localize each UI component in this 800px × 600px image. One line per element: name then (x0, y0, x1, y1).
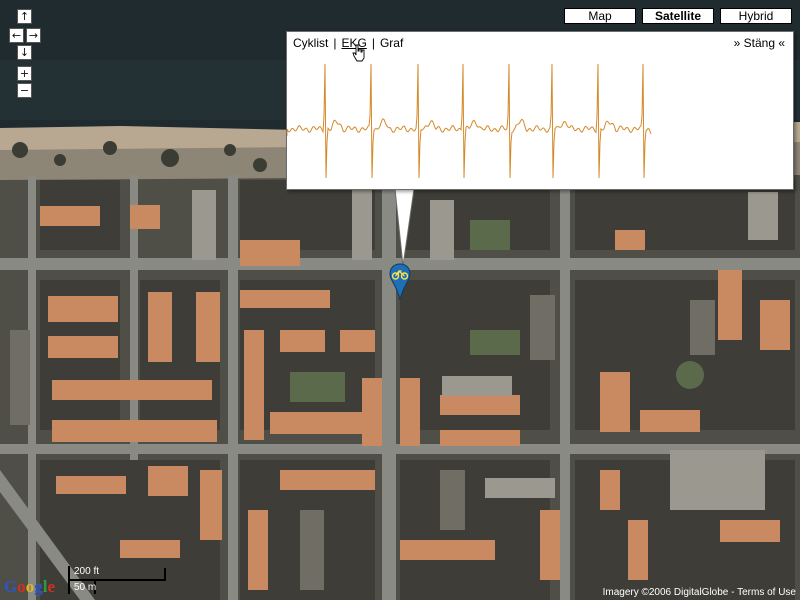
pan-left-button[interactable]: ← (9, 28, 24, 43)
bicycle-marker[interactable] (389, 263, 411, 301)
info-window-tail (395, 188, 415, 267)
imagery-credit: Imagery ©2006 DigitalGlobe (602, 587, 729, 598)
ekg-trace-line (287, 63, 652, 179)
hand-cursor-icon (352, 44, 365, 62)
copyright-notice: Imagery ©2006 DigitalGlobe - Terms of Us… (603, 587, 796, 598)
close-info-window-link[interactable]: » Stäng « (734, 36, 785, 50)
tab-separator: | (333, 36, 337, 50)
google-logo: Google (4, 577, 55, 596)
pan-down-button[interactable]: ↓ (17, 45, 32, 60)
info-window-tabs: Cyklist | EKG | Graf (293, 36, 403, 50)
tab-separator: | (371, 36, 375, 50)
zoom-out-button[interactable]: − (17, 83, 32, 98)
pan-right-button[interactable]: → (26, 28, 41, 43)
map-type-map-button[interactable]: Map (564, 8, 636, 24)
map-type-satellite-button[interactable]: Satellite (642, 8, 714, 24)
pan-up-button[interactable]: ↑ (17, 9, 32, 24)
tab-cyklist[interactable]: Cyklist (293, 36, 328, 50)
map-type-hybrid-button[interactable]: Hybrid (720, 8, 792, 24)
zoom-in-button[interactable]: + (17, 66, 32, 81)
terms-of-use-link[interactable]: Terms of Use (737, 587, 796, 598)
scale-bar: 200 ft 50 m (68, 566, 168, 596)
scale-metric-label: 50 m (74, 582, 97, 593)
ekg-trace (287, 63, 652, 179)
google-logo-text: Google (4, 577, 55, 596)
copyright-separator: - (728, 587, 738, 598)
scale-imperial-label: 200 ft (74, 566, 100, 577)
tab-graf[interactable]: Graf (380, 36, 403, 50)
